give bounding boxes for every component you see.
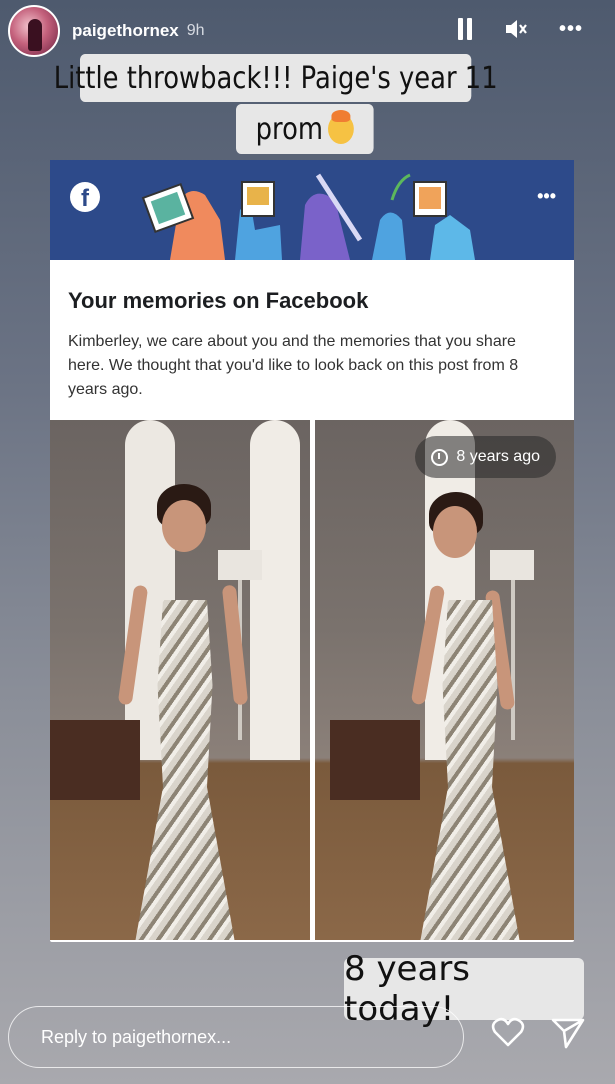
- avatar[interactable]: [8, 5, 60, 57]
- post-time: 9h: [186, 22, 205, 39]
- time-ago-text: 8 years ago: [456, 448, 540, 465]
- caption-line-1-text: Little throwback!!! Paige's year 11: [53, 60, 498, 96]
- mute-icon[interactable]: [503, 16, 529, 42]
- avatar-figure: [28, 19, 42, 51]
- caption-line-2: prom: [236, 104, 374, 154]
- heart-icon[interactable]: [490, 1014, 526, 1050]
- memory-description: Kimberley, we care about you and the mem…: [68, 333, 519, 398]
- memory-photo-left: [50, 420, 310, 940]
- clock-icon: [431, 448, 449, 466]
- caption-line-1: Little throwback!!! Paige's year 11: [54, 54, 498, 102]
- memory-photo-right: 8 years ago: [315, 420, 574, 940]
- caption-line-2-text: prom: [255, 111, 323, 147]
- exploding-head-emoji-icon: [328, 110, 354, 144]
- username[interactable]: paigethornex: [72, 21, 179, 41]
- memory-title: Your memories on Facebook: [68, 288, 369, 313]
- send-icon[interactable]: [550, 1014, 586, 1050]
- facebook-memory-card: f ••• Your memories on Facebook Kimberle…: [50, 160, 574, 942]
- facebook-more-icon[interactable]: •••: [537, 186, 556, 207]
- time-ago-badge: 8 years ago: [415, 436, 556, 478]
- reply-input[interactable]: [8, 1006, 464, 1068]
- memory-text: Your memories on Facebook Kimberley, we …: [50, 260, 574, 420]
- more-icon[interactable]: •••: [556, 16, 586, 42]
- pause-icon[interactable]: [456, 16, 474, 42]
- facebook-banner: f •••: [50, 160, 574, 260]
- memories-illustration: [141, 173, 475, 260]
